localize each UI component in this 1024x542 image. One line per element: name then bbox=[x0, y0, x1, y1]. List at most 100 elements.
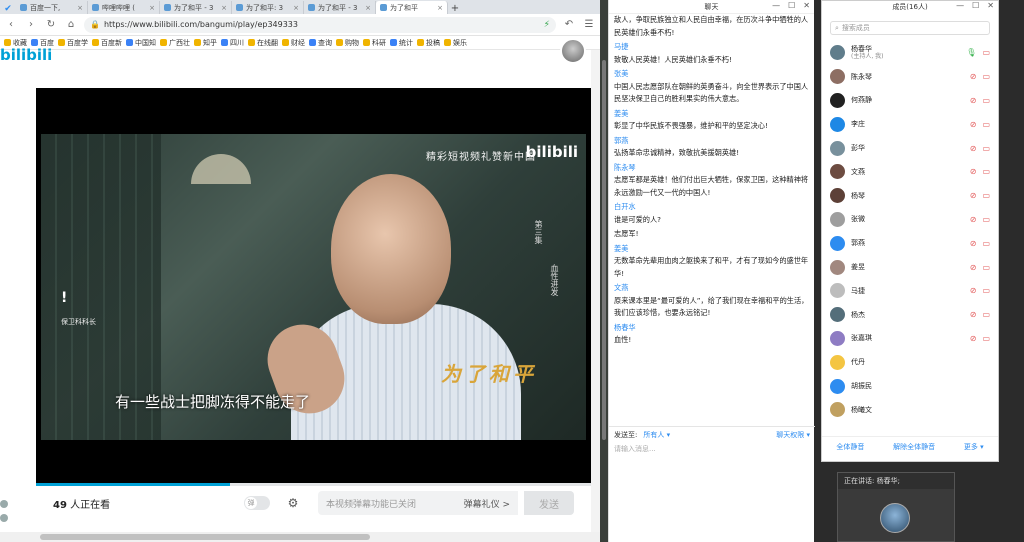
member-row[interactable]: 杨春华 (主持人, 我) 🎙 ▭ bbox=[822, 41, 998, 65]
member-row[interactable]: 文燕 ⊘ ▭ bbox=[822, 160, 998, 184]
more-button[interactable]: 更多 ▾ bbox=[964, 442, 984, 452]
home-icon[interactable]: ⌂ bbox=[64, 18, 78, 32]
avatar[interactable] bbox=[560, 38, 586, 64]
camera-off-icon[interactable]: ▭ bbox=[982, 167, 990, 176]
camera-off-icon[interactable]: ▭ bbox=[982, 72, 990, 81]
bookmark-item[interactable]: 统计 bbox=[390, 38, 413, 48]
maximize-icon[interactable]: ☐ bbox=[788, 1, 795, 10]
bolt-icon[interactable]: ⚡ bbox=[544, 20, 550, 30]
new-tab-button[interactable]: + bbox=[448, 3, 462, 14]
microphone-muted-icon[interactable]: ⊘ bbox=[970, 167, 977, 176]
tab-close-icon[interactable]: × bbox=[149, 4, 155, 12]
camera-off-icon[interactable]: ▭ bbox=[982, 286, 990, 295]
member-row[interactable]: 张微 ⊘ ▭ bbox=[822, 208, 998, 232]
bookmark-item[interactable]: 在线翻 bbox=[248, 38, 278, 48]
browser-tab[interactable]: 百度一下, × bbox=[16, 1, 88, 14]
vertical-scrollbar[interactable] bbox=[591, 50, 600, 532]
bookmark-item[interactable]: 购物 bbox=[336, 38, 359, 48]
maximize-icon[interactable]: ☐ bbox=[972, 1, 979, 10]
camera-off-icon[interactable]: ▭ bbox=[982, 334, 990, 343]
member-row[interactable]: 何燕静 ⊘ ▭ bbox=[822, 89, 998, 113]
camera-off-icon[interactable]: ▭ bbox=[982, 120, 990, 129]
bookmark-item[interactable]: 财经 bbox=[282, 38, 305, 48]
tab-close-icon[interactable]: × bbox=[437, 4, 443, 12]
horizontal-scrollbar[interactable] bbox=[0, 532, 600, 542]
chat-permission-button[interactable]: 聊天权限 ▾ bbox=[776, 430, 810, 440]
bookmark-item[interactable]: 百度新 bbox=[92, 38, 122, 48]
danmaku-etiquette-link[interactable]: 弹幕礼仪 > bbox=[464, 497, 510, 510]
danmaku-settings-icon[interactable]: ⚙ bbox=[284, 496, 302, 510]
danmaku-input[interactable]: 本视频弹幕功能已关闭 弹幕礼仪 > bbox=[318, 491, 518, 515]
close-icon[interactable]: ✕ bbox=[803, 1, 810, 10]
bookmark-item[interactable]: 百度学 bbox=[58, 38, 88, 48]
scrollbar-thumb[interactable] bbox=[602, 60, 606, 440]
camera-off-icon[interactable]: ▭ bbox=[982, 239, 990, 248]
browser-tab[interactable]: 为了和平 - 3 × bbox=[304, 1, 376, 14]
browser-tab-active[interactable]: 为了和平 × bbox=[376, 1, 448, 14]
back-icon[interactable]: ‹ bbox=[4, 18, 18, 32]
microphone-muted-icon[interactable]: ⊘ bbox=[970, 120, 977, 129]
microphone-muted-icon[interactable]: ⊘ bbox=[970, 144, 977, 153]
bilibili-logo[interactable]: bilibili bbox=[0, 46, 52, 64]
member-row[interactable]: 代丹 bbox=[822, 350, 998, 374]
member-row[interactable]: 杨琴 ⊘ ▭ bbox=[822, 184, 998, 208]
member-row[interactable]: 姜昱 ⊘ ▭ bbox=[822, 255, 998, 279]
member-row[interactable]: 彭华 ⊘ ▭ bbox=[822, 136, 998, 160]
camera-off-icon[interactable]: ▭ bbox=[982, 48, 990, 57]
forward-icon[interactable]: › bbox=[24, 18, 38, 32]
chat-input[interactable]: 请输入消息... bbox=[614, 444, 810, 454]
tab-close-icon[interactable]: × bbox=[77, 4, 83, 12]
reload-icon[interactable]: ↻ bbox=[44, 18, 58, 32]
microphone-muted-icon[interactable]: ⊘ bbox=[970, 310, 977, 319]
member-row[interactable]: 李庄 ⊘ ▭ bbox=[822, 112, 998, 136]
camera-off-icon[interactable]: ▭ bbox=[982, 310, 990, 319]
side-circle-icon[interactable] bbox=[0, 514, 8, 522]
menu-icon[interactable]: ☰ bbox=[582, 18, 596, 32]
tab-close-icon[interactable]: × bbox=[293, 4, 299, 12]
camera-off-icon[interactable]: ▭ bbox=[982, 144, 990, 153]
scrollbar-thumb[interactable] bbox=[40, 534, 370, 540]
microphone-icon[interactable]: 🎙 bbox=[966, 48, 976, 57]
microphone-muted-icon[interactable]: ⊘ bbox=[970, 72, 977, 81]
member-row[interactable]: 郭燕 ⊘ ▭ bbox=[822, 231, 998, 255]
microphone-muted-icon[interactable]: ⊘ bbox=[970, 191, 977, 200]
tab-close-icon[interactable]: × bbox=[365, 4, 371, 12]
member-row[interactable]: 马捷 ⊘ ▭ bbox=[822, 279, 998, 303]
bookmark-item[interactable]: 广西壮 bbox=[160, 38, 190, 48]
bookmark-item[interactable]: 中国知 bbox=[126, 38, 156, 48]
bookmark-item[interactable]: 知乎 bbox=[194, 38, 217, 48]
microphone-muted-icon[interactable]: ⊘ bbox=[970, 239, 977, 248]
undo-icon[interactable]: ↶ bbox=[562, 18, 576, 32]
microphone-muted-icon[interactable]: ⊘ bbox=[970, 263, 977, 272]
send-to-select[interactable]: 所有人 ▾ bbox=[643, 430, 670, 440]
member-row[interactable]: 杨杰 ⊘ ▭ bbox=[822, 303, 998, 327]
member-row[interactable]: 陈永琴 ⊘ ▭ bbox=[822, 65, 998, 89]
bookmark-item[interactable]: 查询 bbox=[309, 38, 332, 48]
tab-close-icon[interactable]: × bbox=[221, 4, 227, 12]
member-row[interactable]: 胡振民 bbox=[822, 374, 998, 398]
close-icon[interactable]: ✕ bbox=[987, 1, 994, 10]
mute-all-button[interactable]: 全体静音 bbox=[836, 442, 864, 452]
browser-tab[interactable]: 为了和平: 3 × bbox=[232, 1, 304, 14]
microphone-muted-icon[interactable]: ⊘ bbox=[970, 215, 977, 224]
video-frame[interactable]: 精彩短视频礼赞新中国 bilibili 第三集 血性进发 ! 保卫科科长 为了和… bbox=[41, 134, 586, 440]
bookmark-item[interactable]: 科研 bbox=[363, 38, 386, 48]
browser-tab[interactable]: 为了和平 - 3 × bbox=[160, 1, 232, 14]
camera-off-icon[interactable]: ▭ bbox=[982, 96, 990, 105]
danmaku-toggle[interactable] bbox=[244, 496, 270, 510]
video-progress-bar[interactable] bbox=[36, 483, 591, 486]
microphone-muted-icon[interactable]: ⊘ bbox=[970, 96, 977, 105]
danmaku-send-button[interactable]: 发送 bbox=[524, 491, 574, 515]
bookmark-item[interactable]: 四川 bbox=[221, 38, 244, 48]
camera-off-icon[interactable]: ▭ bbox=[982, 263, 990, 272]
video-player[interactable]: 精彩短视频礼赞新中国 bilibili 第三集 血性进发 ! 保卫科科长 为了和… bbox=[36, 88, 591, 483]
camera-off-icon[interactable]: ▭ bbox=[982, 191, 990, 200]
member-row[interactable]: 杨曦文 bbox=[822, 398, 998, 422]
microphone-muted-icon[interactable]: ⊘ bbox=[970, 286, 977, 295]
bookmark-item[interactable]: 投稿 bbox=[417, 38, 440, 48]
browser-menu-icon[interactable]: ✔ bbox=[0, 4, 16, 14]
minimize-icon[interactable]: — bbox=[956, 1, 964, 10]
browser-tab[interactable]: 哔哩哔哩 (× bbox=[88, 1, 160, 14]
bookmark-item[interactable]: 娱乐 bbox=[444, 38, 467, 48]
side-circle-icon[interactable] bbox=[0, 500, 8, 508]
